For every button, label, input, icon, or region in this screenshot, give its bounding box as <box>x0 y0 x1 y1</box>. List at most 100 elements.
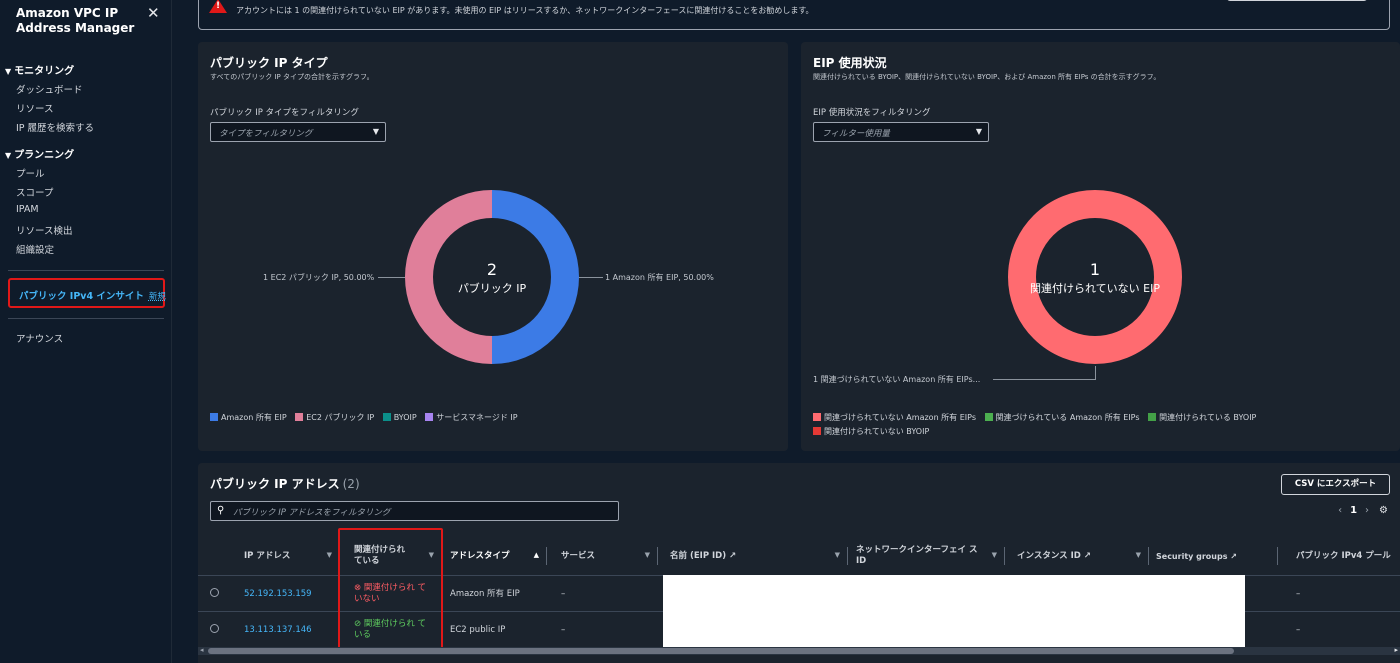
highlight-box <box>338 528 443 651</box>
caret-down-icon: ▼ <box>372 127 379 136</box>
horizontal-scrollbar[interactable]: ◂ ▸ <box>198 646 1400 655</box>
panel-subtitle: 関連付けられている BYOIP、関連付けられていない BYOIP、および Ama… <box>813 73 1161 81</box>
sidebar-item-scopes[interactable]: スコープ <box>16 185 53 199</box>
column-header-service[interactable]: サービス ▼ <box>553 537 658 575</box>
caret-down-icon: ▼ <box>975 127 982 136</box>
sort-icon: ▼ <box>326 551 332 559</box>
usage-filter-select[interactable]: フィルター使用量 ▼ <box>813 122 989 142</box>
search-input[interactable]: ⚲ パブリック IP アドレスをフィルタリング <box>210 501 619 521</box>
callout-line <box>993 379 1096 380</box>
legend-item[interactable]: サービスマネージド IP <box>425 413 518 422</box>
panel-subtitle: すべてのパブリック IP タイプの合計を示すグラフ。 <box>210 73 374 81</box>
ip-address-link[interactable]: 52.192.153.159 <box>244 576 312 612</box>
column-header-public-ipv4-pool[interactable]: パブリック IPv4 プール <box>1288 537 1400 575</box>
alert-text: アカウントには 1 の関連付けられていない EIP があります。未使用の EIP… <box>236 6 814 15</box>
panel-title: パブリック IP タイプ <box>210 56 328 70</box>
chart-legend: Amazon 所有 EIP EC2 パブリック IP BYOIP サービスマネー… <box>210 412 524 423</box>
divider <box>8 318 164 319</box>
new-badge: 新規 <box>148 292 166 302</box>
donut-center-label: 関連付けられていない EIP <box>1030 282 1160 295</box>
filter-placeholder: フィルター使用量 <box>822 129 890 139</box>
legend-item[interactable]: 関連づけられていない Amazon 所有 EIPs <box>813 413 976 422</box>
main-content: アカウントには 1 の関連付けられていない EIP があります。未使用の EIP… <box>173 0 1400 663</box>
sidebar-item-public-ipv4-insights[interactable]: パブリック IPv4 インサイト 新規 <box>8 278 166 308</box>
filter-label: パブリック IP タイプをフィルタリング <box>210 108 359 118</box>
legend-item[interactable]: BYOIP <box>382 413 417 422</box>
close-icon[interactable]: ✕ <box>147 4 160 22</box>
legend-item[interactable]: 関連付けられていない BYOIP <box>813 427 929 436</box>
column-header-security-groups[interactable]: Security groups ↗ <box>1148 537 1278 575</box>
column-header-instance-id[interactable]: インスタンス ID ↗ ▼ <box>1009 537 1149 575</box>
panel-title: EIP 使用状況 <box>813 56 887 70</box>
alert-action-button[interactable] <box>1227 0 1367 1</box>
external-link-icon: ↗ <box>1230 551 1237 561</box>
search-icon: ⚲ <box>217 505 225 516</box>
sidebar-title: Amazon VPC IP Address Manager <box>16 6 135 35</box>
column-header-network-interface[interactable]: ネットワークインターフェイ ス ID ▼ <box>848 537 1005 575</box>
row-select-radio[interactable] <box>210 588 219 597</box>
external-link-icon: ↗ <box>729 550 737 561</box>
ip-address-link[interactable]: 13.113.137.146 <box>244 612 312 648</box>
export-csv-button[interactable]: CSV にエクスポート <box>1281 474 1390 495</box>
callout-line <box>1095 366 1096 380</box>
scroll-left-icon[interactable]: ◂ <box>200 646 204 654</box>
sidebar-item-dashboard[interactable]: ダッシュボード <box>16 82 83 96</box>
callout-label: 1 関連づけられていない Amazon 所有 EIPs... <box>813 375 981 384</box>
sort-asc-icon: ▲ <box>533 551 539 559</box>
sort-icon: ▼ <box>1135 551 1141 559</box>
sidebar-section-planning[interactable]: ▼ プランニング <box>5 146 74 161</box>
page-number[interactable]: 1 <box>1350 505 1357 516</box>
service-value: – <box>561 588 566 599</box>
divider <box>8 270 164 271</box>
chevron-left-icon[interactable]: ‹ <box>1338 505 1342 516</box>
scroll-right-icon[interactable]: ▸ <box>1394 646 1398 654</box>
external-link-icon: ↗ <box>1083 550 1091 561</box>
sidebar: Amazon VPC IP Address Manager ✕ ▼ モニタリング … <box>0 0 172 663</box>
type-filter-select[interactable]: タイプをフィルタリング ▼ <box>210 122 386 142</box>
chart-legend: 関連づけられていない Amazon 所有 EIPs 関連づけられている Amaz… <box>813 412 1262 423</box>
row-select-radio[interactable] <box>210 624 219 633</box>
pool-value: – <box>1296 624 1301 635</box>
callout-label-ec2: 1 EC2 パブリック IP, 50.00% <box>263 273 375 282</box>
donut-center-value: 1 <box>1089 260 1101 279</box>
callout-line <box>378 277 405 278</box>
pool-value: – <box>1296 588 1301 599</box>
caret-down-icon: ▼ <box>5 151 12 160</box>
sidebar-item-announcements[interactable]: アナウンス <box>16 331 63 345</box>
sort-icon: ▼ <box>834 551 840 559</box>
sidebar-item-resources[interactable]: リソース <box>16 101 54 115</box>
column-header-address-type[interactable]: アドレスタイプ ▲ <box>442 537 547 575</box>
column-header-name[interactable]: 名前 (EIP ID) ↗ ▼ <box>662 537 848 575</box>
sidebar-item-org-settings[interactable]: 組織設定 <box>16 242 54 256</box>
sidebar-section-monitoring[interactable]: ▼ モニタリング <box>5 62 74 77</box>
chart-legend-row2: 関連付けられていない BYOIP <box>813 426 935 437</box>
sidebar-item-ipam[interactable]: IPAM <box>16 204 39 215</box>
column-header-ip-address[interactable]: IP アドレス ▼ <box>236 537 340 575</box>
callout-label-amazon-eip: 1 Amazon 所有 EIP, 50.00% <box>605 273 714 282</box>
sidebar-item-pools[interactable]: プール <box>16 166 45 180</box>
sidebar-item-ip-history[interactable]: IP 履歴を検索する <box>16 120 94 134</box>
callout-line <box>579 277 603 278</box>
table-title: パブリック IP アドレス (2) <box>210 477 360 491</box>
address-type: Amazon 所有 EIP <box>450 588 520 599</box>
scrollbar-thumb[interactable] <box>208 648 1234 654</box>
sort-icon: ▼ <box>991 551 997 559</box>
alert-banner: アカウントには 1 の関連付けられていない EIP があります。未使用の EIP… <box>198 0 1390 30</box>
redacted-area <box>663 575 1245 647</box>
public-ip-type-panel: パブリック IP タイプ すべてのパブリック IP タイプの合計を示すグラフ。 … <box>198 42 788 451</box>
sidebar-item-resource-discovery[interactable]: リソース検出 <box>16 223 73 237</box>
filter-placeholder: タイプをフィルタリング <box>219 129 313 139</box>
donut-center-value: 2 <box>486 260 498 279</box>
filter-label: EIP 使用状況をフィルタリング <box>813 108 931 118</box>
legend-item[interactable]: 関連付けられている BYOIP <box>1148 413 1256 422</box>
search-placeholder: パブリック IP アドレスをフィルタリング <box>233 508 391 518</box>
sidebar-item-label: パブリック IPv4 インサイト <box>19 291 144 302</box>
chevron-right-icon[interactable]: › <box>1365 505 1369 516</box>
gear-icon[interactable]: ⚙ <box>1379 505 1388 516</box>
legend-item[interactable]: 関連づけられている Amazon 所有 EIPs <box>984 413 1140 422</box>
legend-item[interactable]: Amazon 所有 EIP <box>210 413 287 422</box>
sort-icon: ▼ <box>644 551 650 559</box>
public-ip-table-panel: パブリック IP アドレス (2) CSV にエクスポート ⚲ パブリック IP … <box>198 463 1400 663</box>
legend-item[interactable]: EC2 パブリック IP <box>295 413 374 422</box>
warning-icon <box>209 0 227 13</box>
